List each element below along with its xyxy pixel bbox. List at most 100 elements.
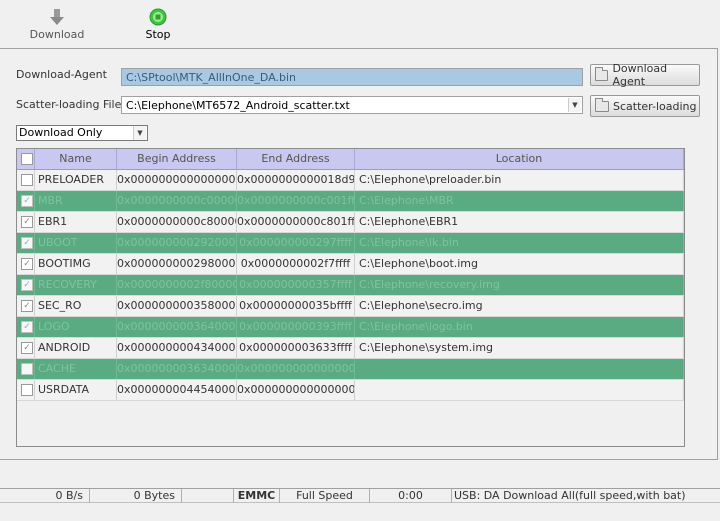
- file-location: [355, 359, 684, 379]
- checkmark-icon[interactable]: ✓: [21, 237, 33, 249]
- row-checkbox-cell: ✓: [17, 317, 35, 337]
- end-address: 0x000000003633ffff: [237, 338, 355, 358]
- column-header-begin-address[interactable]: Begin Address: [117, 149, 237, 169]
- status-speed: 0 B/s: [0, 489, 90, 503]
- partition-name: MBR: [35, 191, 117, 211]
- row-checkbox-cell: ✓: [17, 254, 35, 274]
- chevron-down-icon[interactable]: ▼: [133, 126, 146, 140]
- table-row[interactable]: ✓ MBR 0x0000000000c00000 0x0000000000c001ff…: [17, 191, 684, 212]
- checkmark-icon[interactable]: ✓: [21, 321, 33, 333]
- row-checkbox[interactable]: [21, 363, 33, 375]
- stop-button[interactable]: Stop: [138, 8, 178, 41]
- scatter-file-combobox[interactable]: C:\Elephone\MT6572_Android_scatter.txt ▼: [121, 96, 583, 114]
- scatter-loading-button-label: Scatter-loading: [613, 99, 697, 113]
- end-address: 0x0000000000000000: [237, 380, 355, 400]
- table-row[interactable]: ✓ UBOOT 0x0000000002920000 0x000000000297ff…: [17, 233, 684, 254]
- select-all-cell: [17, 149, 35, 169]
- status-blank: [182, 489, 234, 503]
- table-row[interactable]: ✓ RECOVERY 0x0000000002f80000 0x00000000035…: [17, 275, 684, 296]
- download-button[interactable]: Download: [26, 8, 88, 41]
- file-location: C:\Elephone\boot.img: [355, 254, 684, 274]
- table-row[interactable]: PRELOADER 0x0000000000000000 0x00000000000…: [17, 170, 684, 191]
- row-checkbox-cell: [17, 170, 35, 190]
- begin-address: 0x0000000000000000: [117, 170, 237, 190]
- file-location: C:\Elephone\secro.img: [355, 296, 684, 316]
- partition-name: RECOVERY: [35, 275, 117, 295]
- begin-address: 0x0000000002f80000: [117, 275, 237, 295]
- download-mode-value: Download Only: [19, 126, 103, 139]
- file-location: [355, 380, 684, 400]
- status-usb-speed: Full Speed: [280, 489, 370, 503]
- begin-address: 0x0000000044540000: [117, 380, 237, 400]
- checkmark-icon[interactable]: ✓: [21, 195, 33, 207]
- partition-table: Name Begin Address End Address Location …: [16, 148, 685, 447]
- end-address: 0x0000000000000000: [237, 359, 355, 379]
- begin-address: 0x0000000002920000: [117, 233, 237, 253]
- checkmark-icon[interactable]: ✓: [21, 216, 33, 228]
- file-location: C:\Elephone\recovery.img: [355, 275, 684, 295]
- begin-address: 0x0000000002980000: [117, 254, 237, 274]
- table-row[interactable]: ✓ LOGO 0x0000000003640000 0x000000000393fff…: [17, 317, 684, 338]
- partition-name: SEC_RO: [35, 296, 117, 316]
- row-checkbox-cell: ✓: [17, 338, 35, 358]
- begin-address: 0x0000000000c00000: [117, 191, 237, 211]
- column-header-name[interactable]: Name: [35, 149, 117, 169]
- table-row[interactable]: ✓ BOOTIMG 0x0000000002980000 0x0000000002f7…: [17, 254, 684, 275]
- status-elapsed-time: 0:00: [370, 489, 452, 503]
- end-address: 0x000000000393ffff: [237, 317, 355, 337]
- table-header: Name Begin Address End Address Location: [17, 149, 684, 170]
- row-checkbox-cell: ✓: [17, 233, 35, 253]
- file-location: C:\Elephone\preloader.bin: [355, 170, 684, 190]
- chevron-down-icon[interactable]: ▼: [568, 98, 581, 112]
- status-message: USB: DA Download All(full speed,with bat…: [454, 489, 686, 502]
- column-header-end-address[interactable]: End Address: [237, 149, 355, 169]
- file-location: C:\Elephone\lk.bin: [355, 233, 684, 253]
- checkmark-icon[interactable]: ✓: [21, 279, 33, 291]
- row-checkbox[interactable]: [21, 174, 33, 186]
- checkmark-icon[interactable]: ✓: [21, 258, 33, 270]
- end-address: 0x0000000000c001ff: [237, 191, 355, 211]
- status-bytes: 0 Bytes: [90, 489, 182, 503]
- row-checkbox-cell: [17, 359, 35, 379]
- row-checkbox-cell: ✓: [17, 275, 35, 295]
- folder-icon: [595, 66, 609, 81]
- download-arrow-icon: [48, 8, 66, 26]
- download-agent-label: Download-Agent: [16, 68, 107, 81]
- partition-name: LOGO: [35, 317, 117, 337]
- row-checkbox-cell: ✓: [17, 212, 35, 232]
- partition-name: UBOOT: [35, 233, 117, 253]
- begin-address: 0x0000000036340000: [117, 359, 237, 379]
- download-mode-select[interactable]: Download Only ▼: [16, 125, 148, 141]
- download-agent-path-field[interactable]: C:\SPtool\MTK_AllInOne_DA.bin: [121, 68, 583, 86]
- row-checkbox-cell: [17, 380, 35, 400]
- status-storage-type: EMMC: [234, 489, 280, 503]
- partition-name: EBR1: [35, 212, 117, 232]
- scatter-loading-button[interactable]: Scatter-loading: [590, 95, 700, 117]
- table-row[interactable]: ✓ EBR1 0x0000000000c80000 0x0000000000c801f…: [17, 212, 684, 233]
- begin-address: 0x0000000003580000: [117, 296, 237, 316]
- row-checkbox[interactable]: [21, 384, 33, 396]
- download-agent-button-label: Download Agent: [612, 62, 668, 88]
- stop-label: Stop: [145, 28, 171, 41]
- table-row[interactable]: USRDATA 0x0000000044540000 0x0000000000000…: [17, 380, 684, 401]
- select-all-checkbox[interactable]: [21, 153, 33, 165]
- scatter-file-path: C:\Elephone\MT6572_Android_scatter.txt: [126, 99, 350, 112]
- stop-icon: [149, 8, 167, 26]
- end-address: 0x000000000297ffff: [237, 233, 355, 253]
- file-location: C:\Elephone\logo.bin: [355, 317, 684, 337]
- table-row[interactable]: ✓ SEC_RO 0x0000000003580000 0x00000000035bf…: [17, 296, 684, 317]
- checkmark-icon[interactable]: ✓: [21, 342, 33, 354]
- begin-address: 0x0000000003640000: [117, 317, 237, 337]
- table-row[interactable]: ✓ ANDROID 0x0000000004340000 0x000000003633…: [17, 338, 684, 359]
- begin-address: 0x0000000004340000: [117, 338, 237, 358]
- table-row[interactable]: CACHE 0x0000000036340000 0x000000000000000…: [17, 359, 684, 380]
- end-address: 0x000000000357ffff: [237, 275, 355, 295]
- file-location: C:\Elephone\MBR: [355, 191, 684, 211]
- end-address: 0x0000000000018d97: [237, 170, 355, 190]
- scatter-loading-label: Scatter-loading File: [16, 98, 122, 111]
- download-agent-button[interactable]: Download Agent: [590, 62, 700, 88]
- checkmark-icon[interactable]: ✓: [21, 300, 33, 312]
- partition-name: CACHE: [35, 359, 117, 379]
- row-checkbox-cell: ✓: [17, 191, 35, 211]
- column-header-location[interactable]: Location: [355, 149, 684, 169]
